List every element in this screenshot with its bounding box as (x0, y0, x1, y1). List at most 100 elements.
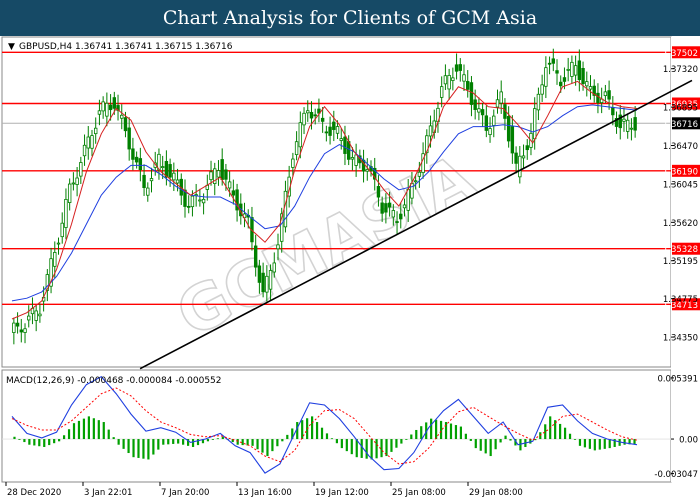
macd-histogram-bar (18, 439, 21, 440)
candle-body (160, 166, 165, 168)
candle-body (75, 177, 79, 185)
candle-body (451, 77, 455, 81)
collapse-arrow-icon[interactable]: ▼ (8, 42, 15, 52)
candle-body (536, 93, 541, 111)
candle-body (216, 170, 221, 178)
macd-histogram-bar (33, 439, 36, 446)
macd-histogram-bar (122, 439, 125, 449)
x-tick-label: 29 Jan 08:00 (469, 488, 523, 498)
macd-histogram-bar (474, 439, 477, 449)
macd-histogram-bar (578, 439, 582, 446)
candle-body (224, 169, 228, 180)
macd-histogram-bar (430, 418, 433, 440)
macd-histogram-bar (405, 439, 408, 440)
candle-body (86, 136, 90, 149)
candle-body (495, 99, 500, 108)
candle-body (514, 152, 518, 164)
x-tick-label: 28 Dec 2020 (7, 488, 61, 498)
candle-body (540, 84, 544, 95)
candle-body (473, 99, 477, 110)
candle-body (380, 202, 384, 214)
macd-histogram-bar (147, 439, 150, 460)
macd-histogram-bar (92, 418, 95, 440)
candle-body (488, 128, 492, 135)
macd-histogram-bar (256, 439, 259, 450)
macd-histogram-bar (241, 439, 244, 446)
candle-body (172, 172, 176, 181)
macd-histogram-bar (494, 439, 497, 450)
macd-histogram-bar (593, 439, 596, 451)
candle-body (253, 245, 258, 268)
candle-body (227, 181, 232, 189)
candle-body (387, 202, 392, 208)
candle-body (570, 61, 574, 77)
level-price-label: 1.36190 (663, 167, 698, 177)
candle-body (298, 122, 303, 148)
macd-histogram-bar (62, 435, 66, 440)
macd-histogram-bar (340, 439, 343, 449)
candle-body (138, 158, 143, 171)
macd-histogram-bar (583, 439, 587, 448)
candle-body (34, 310, 38, 321)
candle-body (309, 111, 314, 119)
macd-histogram-bar (167, 439, 170, 445)
candle-body (406, 188, 410, 211)
macd-histogram-bar (82, 418, 86, 440)
macd-histogram-bar (211, 439, 214, 440)
level-price-label: 1.35328 (663, 245, 698, 255)
candle-body (521, 155, 526, 159)
macd-histogram-bar (489, 439, 492, 457)
y-tick-label: 1.35620 (663, 219, 698, 229)
level-price-label: 1.37502 (663, 49, 698, 59)
candle-body (265, 275, 269, 293)
macd-title: MACD(12,26,9) -0.000468 -0.000084 -0.000… (6, 376, 222, 386)
candle-body (350, 157, 355, 160)
macd-histogram-bar (53, 439, 56, 444)
macd-histogram-bar (271, 439, 274, 452)
candle-body (198, 199, 202, 202)
macd-histogram-bar (182, 439, 185, 445)
macd-histogram-bar (623, 439, 626, 445)
macd-histogram-bar (216, 438, 219, 440)
macd-histogram-bar (375, 439, 378, 459)
macd-histogram-bar (38, 439, 41, 447)
candle-body (324, 131, 329, 134)
candle-body (67, 183, 72, 203)
candle-body (90, 135, 94, 149)
macd-histogram-bar (459, 426, 463, 440)
macd-histogram-bar (380, 439, 383, 458)
candle-body (60, 222, 64, 238)
candle-body (365, 169, 369, 172)
macd-histogram-bar (484, 439, 487, 454)
candle-body (532, 108, 537, 140)
candle-body (220, 159, 224, 180)
candle-body (566, 68, 570, 71)
macd-histogram-bar (177, 439, 180, 444)
candle-body (23, 328, 27, 333)
candle-body (268, 270, 273, 290)
macd-histogram-bar (469, 439, 472, 441)
macd-histogram-bar (608, 439, 611, 449)
candle-body (187, 205, 191, 208)
candle-body (585, 81, 589, 87)
candle-body (112, 97, 117, 109)
candle-body (283, 190, 288, 228)
macd-histogram-bar (23, 439, 26, 443)
macd-histogram-bar (28, 439, 31, 445)
candle-body (395, 221, 399, 223)
macd-histogram-bar (152, 439, 155, 455)
candle-body (577, 60, 582, 81)
candle-body (101, 101, 105, 112)
candle-body (443, 75, 448, 85)
macd-histogram-bar (281, 439, 284, 442)
candle-body (384, 203, 388, 213)
candle-body (175, 179, 180, 184)
candle-body (168, 164, 172, 178)
macd-histogram-bar (191, 439, 195, 447)
macd-histogram-bar (568, 433, 572, 440)
candle-body (27, 315, 31, 321)
candle-body (480, 109, 485, 116)
y-tick-label: 1.34350 (663, 334, 698, 344)
macd-histogram-bar (365, 439, 368, 459)
y-tick-label: 1.36470 (663, 142, 698, 152)
